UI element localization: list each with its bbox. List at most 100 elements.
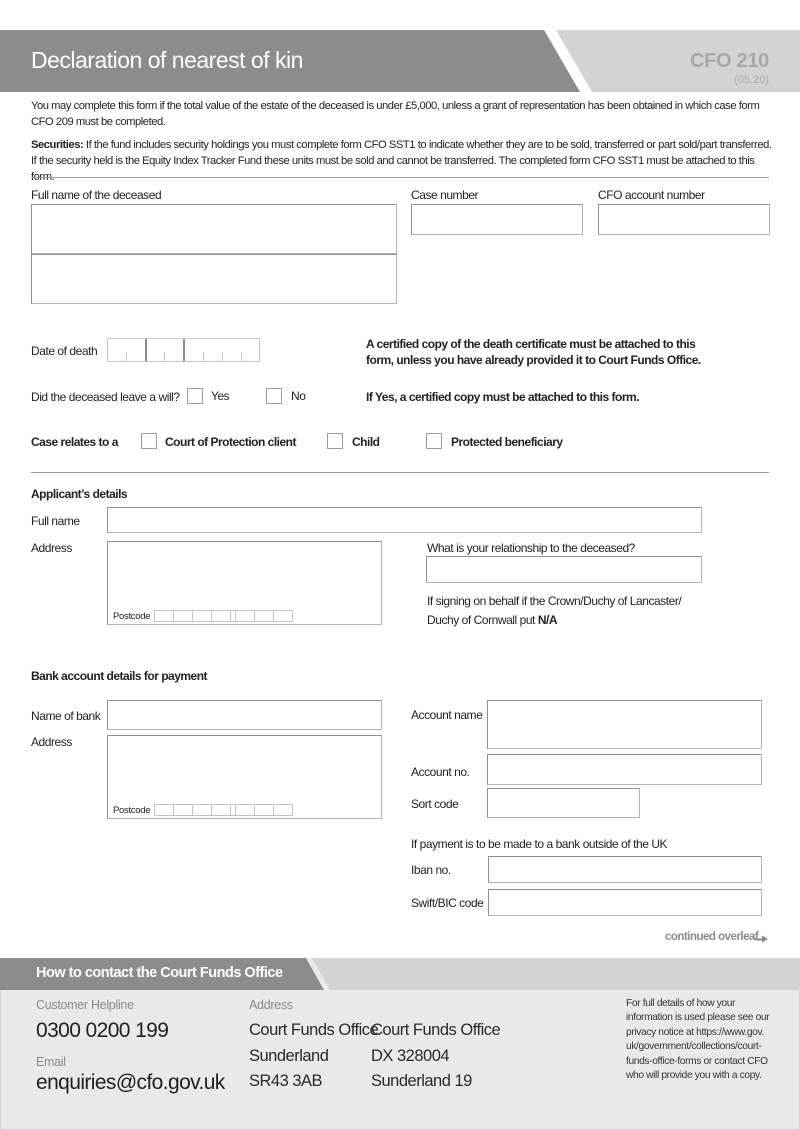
cfo-account-field[interactable] (598, 204, 770, 235)
digit-divider (203, 352, 204, 361)
postcode-cell (254, 611, 273, 621)
address-line: DX 328004 (371, 1046, 450, 1065)
account-no-field[interactable] (487, 754, 762, 785)
email-address[interactable]: enquiries@cfo.gov.uk (36, 1071, 225, 1095)
privacy-line: uk/government/collections/court- (626, 1041, 762, 1053)
protected-beneficiary-checkbox[interactable] (426, 433, 442, 449)
securities-label: Securities: (31, 139, 84, 151)
deceased-name-label: Full name of the deceased (31, 188, 162, 202)
date-segment-divider (145, 339, 147, 361)
bank-section-title: Bank account details for payment (31, 669, 208, 683)
applicant-section-title: Applicant’s details (31, 487, 128, 501)
cfo-account-label: CFO account number (598, 188, 705, 202)
address-column-2: Court Funds Office DX 328004 Sunderland … (371, 1018, 501, 1095)
will-no-label: No (291, 389, 306, 403)
email-label: Email (36, 1055, 66, 1069)
postcode-cell (235, 611, 254, 621)
account-name-field[interactable] (487, 700, 762, 749)
will-no-checkbox[interactable] (266, 388, 282, 404)
court-of-protection-label: Court of Protection client (165, 435, 297, 449)
postcode-cell (273, 611, 292, 621)
note-line: Duchy of Cornwall put (427, 613, 538, 627)
divider (31, 472, 769, 473)
helpline-label: Customer Helpline (36, 998, 134, 1012)
postcode-cell (254, 805, 273, 815)
case-relates-label: Case relates to a (31, 435, 118, 449)
date-of-death-label: Date of death (31, 344, 98, 358)
securities-text: If the fund includes security holdings y… (83, 139, 772, 151)
digit-divider (222, 352, 223, 361)
court-of-protection-checkbox[interactable] (141, 433, 157, 449)
applicant-full-name-label: Full name (31, 514, 80, 528)
sort-code-label: Sort code (411, 797, 459, 811)
arrow-right-icon (752, 935, 768, 943)
privacy-line: who will provide you with a copy. (626, 1070, 762, 1082)
postcode-cell (154, 611, 173, 621)
applicant-address-label: Address (31, 541, 72, 555)
child-label: Child (352, 435, 380, 449)
na-emphasis: N/A (537, 613, 558, 627)
case-number-field[interactable] (411, 204, 583, 235)
footer-tab-light (300, 958, 800, 990)
postcode-cell (211, 611, 230, 621)
address-line: Sunderland 19 (371, 1072, 472, 1090)
postcode-cell (173, 805, 192, 815)
will-question-label: Did the deceased leave a will? (31, 390, 180, 404)
bank-name-field[interactable] (107, 700, 382, 730)
will-yes-checkbox[interactable] (187, 388, 203, 404)
death-certificate-note: A certified copy of the death certificat… (366, 336, 701, 368)
overseas-note: If payment is to be made to a bank outsi… (411, 837, 668, 851)
securities-text: If the security held is the Equity Index… (31, 155, 755, 183)
relationship-label: What is your relationship to the decease… (427, 541, 635, 555)
swift-field[interactable] (488, 889, 762, 916)
postcode-cell (154, 805, 173, 815)
note-line: form, unless you have already provided i… (366, 353, 701, 367)
date-segment-divider (183, 339, 185, 361)
sort-code-field[interactable] (487, 788, 640, 818)
iban-field[interactable] (488, 856, 762, 883)
applicant-postcode-field[interactable] (154, 610, 293, 622)
bank-address-label: Address (31, 735, 72, 749)
applicant-postcode-label: Postcode (113, 611, 151, 622)
relationship-field[interactable] (426, 556, 702, 583)
iban-label: Iban no. (411, 863, 451, 877)
address-line: Court Funds Office (371, 1021, 501, 1039)
postcode-cell (173, 611, 192, 621)
address-line: SR43 3AB (249, 1072, 323, 1090)
page-title: Declaration of nearest of kin (31, 47, 303, 73)
deceased-name-line1-field[interactable] (31, 204, 397, 254)
will-yes-label: Yes (211, 389, 230, 403)
privacy-line: For full details of how your (626, 998, 736, 1009)
applicant-full-name-field[interactable] (107, 507, 702, 533)
bank-postcode-field[interactable] (154, 804, 293, 816)
child-checkbox[interactable] (327, 433, 343, 449)
privacy-line: information is used please see our (626, 1012, 770, 1024)
helpline-number[interactable]: 0300 0200 199 (36, 1019, 169, 1043)
note-line: If signing on behalf if the Crown/Duchy … (427, 594, 682, 608)
deceased-name-line2-field[interactable] (31, 254, 397, 304)
digit-divider (164, 352, 165, 361)
privacy-line: funds-office-forms or contact CFO (626, 1055, 768, 1067)
date-of-death-field[interactable] (107, 338, 260, 362)
bank-postcode-label: Postcode (113, 805, 151, 816)
address-column-1: Court Funds Office Sunderland SR43 3AB (249, 1018, 379, 1095)
account-name-label: Account name (411, 708, 483, 722)
intro-line: CFO 209 must be completed. (31, 116, 166, 128)
crown-note: If signing on behalf if the Crown/Duchy … (427, 592, 682, 630)
account-no-label: Account no. (411, 765, 470, 779)
address-line: Sunderland (249, 1046, 329, 1065)
privacy-line: privacy notice at https://www.gov. (626, 1026, 764, 1038)
digit-divider (126, 352, 127, 361)
protected-beneficiary-label: Protected beneficiary (451, 435, 563, 449)
postcode-cell (235, 805, 254, 815)
form-version-date: (05.20) (734, 74, 769, 86)
form-code: CFO 210 (689, 50, 769, 72)
postcode-cell (211, 805, 230, 815)
bank-name-label: Name of bank (31, 709, 101, 723)
digit-divider (241, 352, 242, 361)
postcode-cell (192, 611, 211, 621)
privacy-notice: For full details of how your information… (626, 997, 776, 1083)
divider (31, 177, 769, 178)
postcode-cell (192, 805, 211, 815)
will-note: If Yes, a certified copy must be attache… (366, 390, 640, 404)
